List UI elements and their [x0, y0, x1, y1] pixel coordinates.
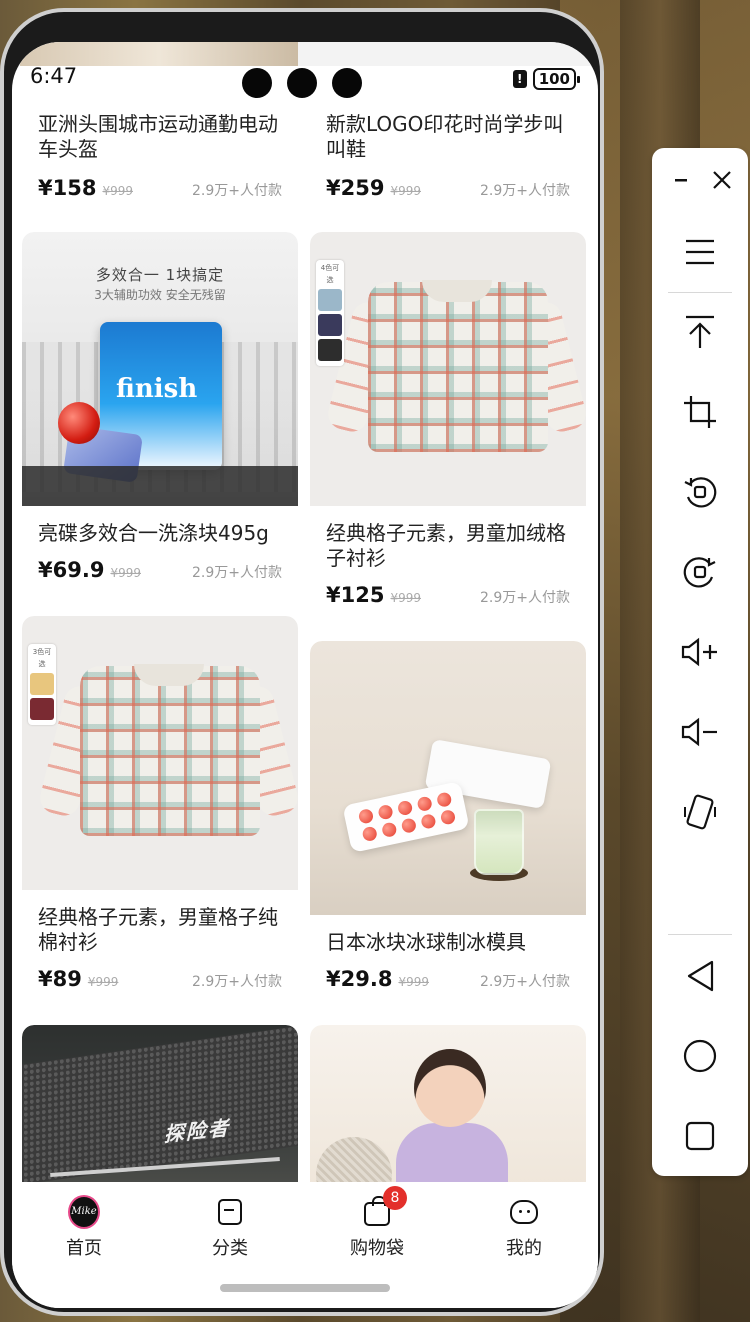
product-meta: ¥259 ¥999 2.9万+人付款	[310, 176, 586, 200]
volume-up-icon[interactable]	[676, 628, 724, 676]
home-icon[interactable]	[676, 1032, 724, 1080]
product-title: 经典格子元素，男童加绒格子衬衫	[326, 521, 566, 570]
product-card[interactable]: 日本冰块冰球制冰模具 ¥29.8 ¥999 2.9万+人付款	[310, 641, 586, 991]
product-card[interactable]: 新款LOGO印花时尚学步叫叫鞋 ¥259 ¥999 2.9万+人付款	[310, 82, 586, 200]
status-icons: ! 100	[512, 68, 581, 90]
product-price: ¥89	[38, 967, 82, 991]
bear-profile-icon	[510, 1200, 538, 1224]
category-icon	[218, 1199, 242, 1225]
plaid-fleece-shirt	[368, 282, 548, 452]
nav-label: 购物袋	[350, 1238, 404, 1259]
product-sold-count: 2.9万+人付款	[480, 974, 570, 990]
nav-category[interactable]: 分类	[170, 1196, 290, 1260]
status-time: 6:47	[30, 64, 78, 88]
baby-outfit	[396, 1123, 508, 1190]
image-headline: 多效合一 1块搞定	[95, 266, 225, 284]
product-image[interactable]: 4色可选	[310, 232, 586, 506]
image-subline: 3大辅助功效 安全无残留	[94, 288, 226, 302]
color-swatches[interactable]: 3色可选	[28, 644, 56, 725]
baby-head	[414, 1049, 486, 1127]
product-sold-count: 2.9万+人付款	[192, 183, 282, 199]
product-price: ¥29.8	[326, 967, 393, 991]
product-original-price: ¥999	[110, 566, 141, 580]
product-price: ¥259	[326, 176, 385, 200]
brand-logo: finish	[116, 374, 198, 404]
nav-label: 我的	[506, 1238, 542, 1259]
product-image[interactable]: 探险者	[22, 1025, 298, 1190]
color-swatches[interactable]: 4色可选	[316, 260, 344, 366]
top-image-strip	[12, 42, 598, 66]
rotate-ccw-icon[interactable]	[676, 468, 724, 516]
product-original-price: ¥999	[102, 184, 133, 198]
shake-icon[interactable]	[676, 788, 724, 836]
nav-home[interactable]: Mike 首页	[24, 1195, 144, 1260]
home-indicator[interactable]	[220, 1284, 390, 1292]
battery-icon: 100	[532, 68, 581, 90]
crop-icon[interactable]	[676, 388, 724, 436]
product-price: ¥69.9	[38, 558, 105, 582]
menu-icon[interactable]	[676, 228, 724, 276]
swatch[interactable]	[30, 698, 54, 720]
product-image[interactable]: 多效合一 1块搞定 3大辅助功效 安全无残留 finish	[22, 232, 298, 506]
product-meta: ¥29.8 ¥999 2.9万+人付款	[310, 967, 586, 991]
product-card[interactable]: 探险者	[22, 1025, 298, 1190]
swatch[interactable]	[30, 673, 54, 695]
phone-screen: 亚洲头围城市运动通勤电动车头盔 ¥158 ¥999 2.9万+人付款 多效合一 …	[12, 42, 598, 1308]
product-meta: ¥69.9 ¥999 2.9万+人付款	[22, 558, 298, 582]
emulator-side-panel	[652, 148, 748, 1176]
product-original-price: ¥999	[87, 975, 119, 989]
product-original-price: ¥999	[390, 184, 421, 198]
close-icon[interactable]	[698, 156, 746, 204]
product-original-price: ¥999	[398, 975, 429, 989]
product-price: ¥125	[326, 583, 385, 607]
product-sold-count: 2.9万+人付款	[192, 974, 282, 990]
nav-label: 首页	[66, 1238, 102, 1259]
product-meta: ¥158 ¥999 2.9万+人付款	[22, 176, 298, 200]
ice-tray-red	[342, 781, 470, 853]
product-meta: ¥125 ¥999 2.9万+人付款	[310, 583, 586, 607]
product-title: 亮碟多效合一洗涤块495g	[38, 521, 269, 545]
product-title: 亚洲头围城市运动通勤电动车头盔	[38, 112, 278, 161]
product-title: 经典格子元素，男童格子纯棉衬衫	[38, 905, 278, 954]
product-card[interactable]: 4色可选 经典格子元素，男童加绒格子衬衫 ¥125 ¥999 2.9万+人付款	[310, 232, 586, 607]
divider	[668, 934, 732, 935]
product-sold-count: 2.9万+人付款	[192, 565, 282, 581]
back-icon[interactable]	[676, 952, 724, 1000]
camera-dot	[332, 68, 362, 98]
product-image[interactable]	[310, 1025, 586, 1190]
product-price: ¥158	[38, 176, 97, 200]
swatch[interactable]	[318, 289, 342, 311]
product-meta: ¥89 ¥999 2.9万+人付款	[22, 967, 298, 991]
volume-down-icon[interactable]	[676, 708, 724, 756]
rotate-cw-icon[interactable]	[676, 548, 724, 596]
product-card[interactable]	[310, 1025, 586, 1190]
product-sold-count: 2.9万+人付款	[480, 183, 570, 199]
camera-dot	[287, 68, 317, 98]
product-image[interactable]	[310, 641, 586, 915]
product-grid: 亚洲头围城市运动通勤电动车头盔 ¥158 ¥999 2.9万+人付款 多效合一 …	[22, 82, 588, 1190]
product-title: 日本冰块冰球制冰模具	[326, 930, 526, 954]
drink-glass	[474, 809, 524, 875]
product-image[interactable]: 3色可选	[22, 616, 298, 890]
nav-shopping-bag[interactable]: 8 购物袋	[317, 1186, 437, 1260]
plaid-shirt	[80, 666, 260, 836]
product-card[interactable]: 多效合一 1块搞定 3大辅助功效 安全无残留 finish 亮碟多效合一洗涤块4…	[22, 232, 298, 582]
product-original-price: ¥999	[390, 591, 421, 605]
cart-badge: 8	[383, 1186, 407, 1210]
home-logo-icon: Mike	[68, 1195, 100, 1229]
product-title: 新款LOGO印花时尚学步叫叫鞋	[326, 112, 564, 161]
swatch[interactable]	[318, 314, 342, 336]
recents-icon[interactable]	[676, 1112, 724, 1160]
camera-dot	[242, 68, 272, 98]
swatch[interactable]	[318, 339, 342, 361]
alert-icon: !	[512, 70, 527, 88]
phone-frame: 亚洲头围城市运动通勤电动车头盔 ¥158 ¥999 2.9万+人付款 多效合一 …	[0, 8, 604, 1316]
product-card[interactable]: 亚洲头围城市运动通勤电动车头盔 ¥158 ¥999 2.9万+人付款	[22, 82, 298, 200]
scroll-top-icon[interactable]	[676, 308, 724, 356]
product-sold-count: 2.9万+人付款	[480, 590, 570, 606]
product-card[interactable]: 3色可选 经典格子元素，男童格子纯棉衬衫 ¥89 ¥999 2.9万+人付款	[22, 616, 298, 991]
nav-me[interactable]: 我的	[464, 1196, 584, 1260]
nav-label: 分类	[212, 1238, 248, 1259]
divider	[668, 292, 732, 293]
